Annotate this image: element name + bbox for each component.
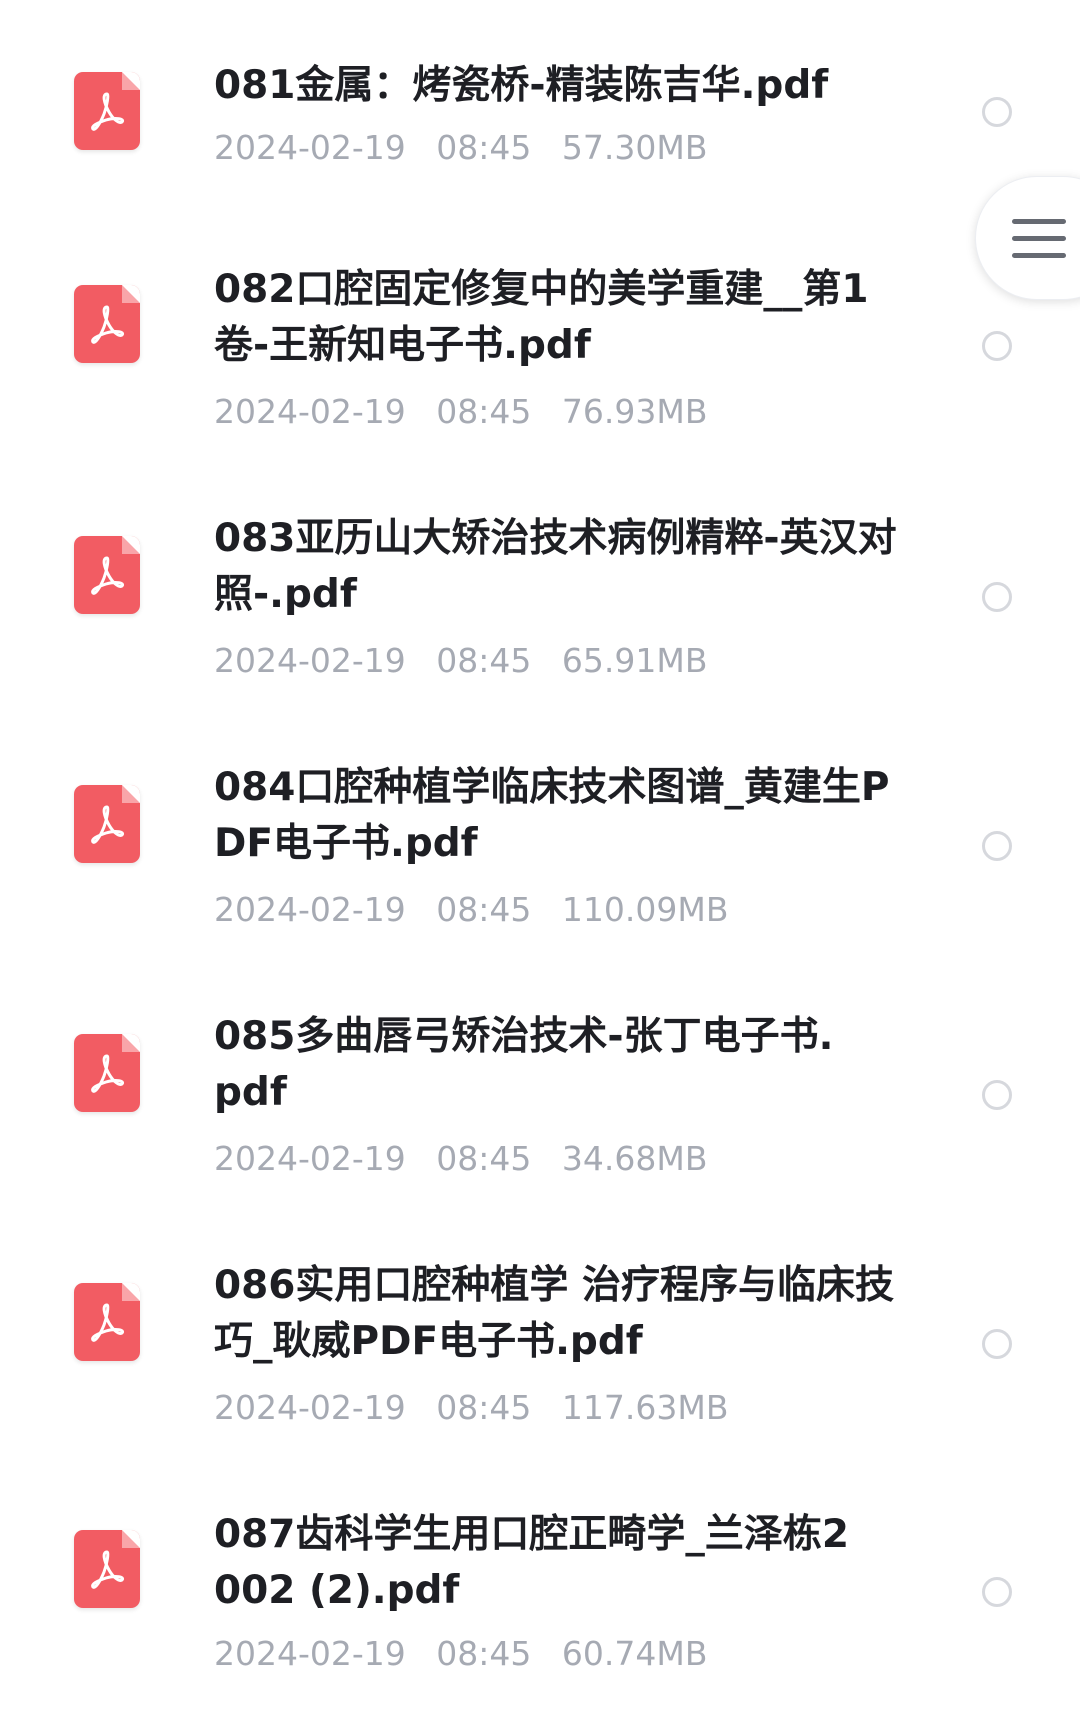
file-time: 08:45 (436, 1139, 532, 1178)
file-time: 08:45 (436, 128, 532, 167)
file-date: 2024-02-19 (214, 1139, 406, 1178)
file-item[interactable]: 085多曲唇弓矫治技术-张丁电子书.pdf 2024-02-19 08:45 3… (0, 1010, 1080, 1230)
file-time: 08:45 (436, 890, 532, 929)
file-time: 08:45 (436, 1388, 532, 1427)
file-date: 2024-02-19 (214, 641, 406, 680)
file-meta: 2024-02-19 08:45 76.93MB (214, 392, 864, 432)
pdf-icon (74, 72, 140, 150)
file-date: 2024-02-19 (214, 1634, 406, 1673)
file-meta: 2024-02-19 08:45 34.68MB (214, 1139, 864, 1179)
pdf-icon (74, 1283, 140, 1361)
select-radio[interactable] (982, 1329, 1012, 1359)
pdf-icon (74, 536, 140, 614)
pdf-icon (74, 1530, 140, 1608)
file-name: 087齿科学生用口腔正畸学_兰泽栋2002 (2).pdf (214, 1512, 850, 1613)
menu-icon (1012, 219, 1066, 259)
file-item[interactable]: 084口腔种植学临床技术图谱_黄建生PDF电子书.pdf 2024-02-19 … (0, 761, 1080, 981)
file-size: 57.30MB (561, 128, 708, 167)
pdf-icon (74, 1034, 140, 1112)
pdf-acrobat-glyph (91, 305, 125, 344)
file-time: 08:45 (436, 641, 532, 680)
pdf-acrobat-glyph (91, 1054, 125, 1093)
pdf-acrobat-glyph (91, 1303, 125, 1342)
file-name: 084口腔种植学临床技术图谱_黄建生PDF电子书.pdf (214, 765, 890, 866)
pdf-acrobat-glyph (91, 92, 125, 131)
file-item[interactable]: 087齿科学生用口腔正畸学_兰泽栋2002 (2).pdf 2024-02-19… (0, 1508, 1080, 1728)
file-time: 08:45 (436, 392, 532, 431)
file-browser-screen: 081金属：烤瓷桥-精装陈吉华.pdf 2024-02-19 08:45 57.… (0, 0, 1080, 1730)
file-meta: 2024-02-19 08:45 60.74MB (214, 1634, 864, 1674)
file-size: 76.93MB (561, 392, 708, 431)
file-item[interactable]: 083亚历山大矫治技术病例精粹-英汉对照-.pdf 2024-02-19 08:… (0, 512, 1080, 732)
pdf-acrobat-glyph (91, 1550, 125, 1589)
select-radio[interactable] (982, 1080, 1012, 1110)
file-date: 2024-02-19 (214, 890, 406, 929)
select-radio[interactable] (982, 1577, 1012, 1607)
file-meta: 2024-02-19 08:45 65.91MB (214, 641, 864, 681)
file-size: 110.09MB (561, 890, 729, 929)
select-radio[interactable] (982, 582, 1012, 612)
pdf-icon (74, 285, 140, 363)
file-item[interactable]: 086实用口腔种植学 治疗程序与临床技巧_耿威PDF电子书.pdf 2024-0… (0, 1259, 1080, 1479)
file-item[interactable]: 082口腔固定修复中的美学重建__第1卷-王新知电子书.pdf 2024-02-… (0, 263, 1080, 483)
file-meta: 2024-02-19 08:45 57.30MB (214, 128, 864, 168)
pdf-icon (74, 785, 140, 863)
file-name: 083亚历山大矫治技术病例精粹-英汉对照-.pdf (214, 516, 897, 617)
file-name: 081金属：烤瓷桥-精装陈吉华.pdf (214, 63, 829, 108)
file-meta: 2024-02-19 08:45 117.63MB (214, 1388, 864, 1428)
file-list: 081金属：烤瓷桥-精装陈吉华.pdf 2024-02-19 08:45 57.… (0, 0, 1080, 1730)
file-name: 082口腔固定修复中的美学重建__第1卷-王新知电子书.pdf (214, 267, 869, 368)
file-name: 085多曲唇弓矫治技术-张丁电子书.pdf (214, 1014, 834, 1115)
select-radio[interactable] (982, 97, 1012, 127)
file-size: 34.68MB (561, 1139, 708, 1178)
file-date: 2024-02-19 (214, 392, 406, 431)
file-size: 65.91MB (561, 641, 708, 680)
file-date: 2024-02-19 (214, 1388, 406, 1427)
file-size: 60.74MB (561, 1634, 708, 1673)
pdf-acrobat-glyph (91, 805, 125, 844)
file-item[interactable]: 081金属：烤瓷桥-精装陈吉华.pdf 2024-02-19 08:45 57.… (0, 50, 1080, 270)
pdf-acrobat-glyph (91, 556, 125, 595)
file-date: 2024-02-19 (214, 128, 406, 167)
file-size: 117.63MB (561, 1388, 729, 1427)
select-radio[interactable] (982, 331, 1012, 361)
file-meta: 2024-02-19 08:45 110.09MB (214, 890, 864, 930)
file-name: 086实用口腔种植学 治疗程序与临床技巧_耿威PDF电子书.pdf (214, 1263, 894, 1364)
select-radio[interactable] (982, 831, 1012, 861)
file-time: 08:45 (436, 1634, 532, 1673)
